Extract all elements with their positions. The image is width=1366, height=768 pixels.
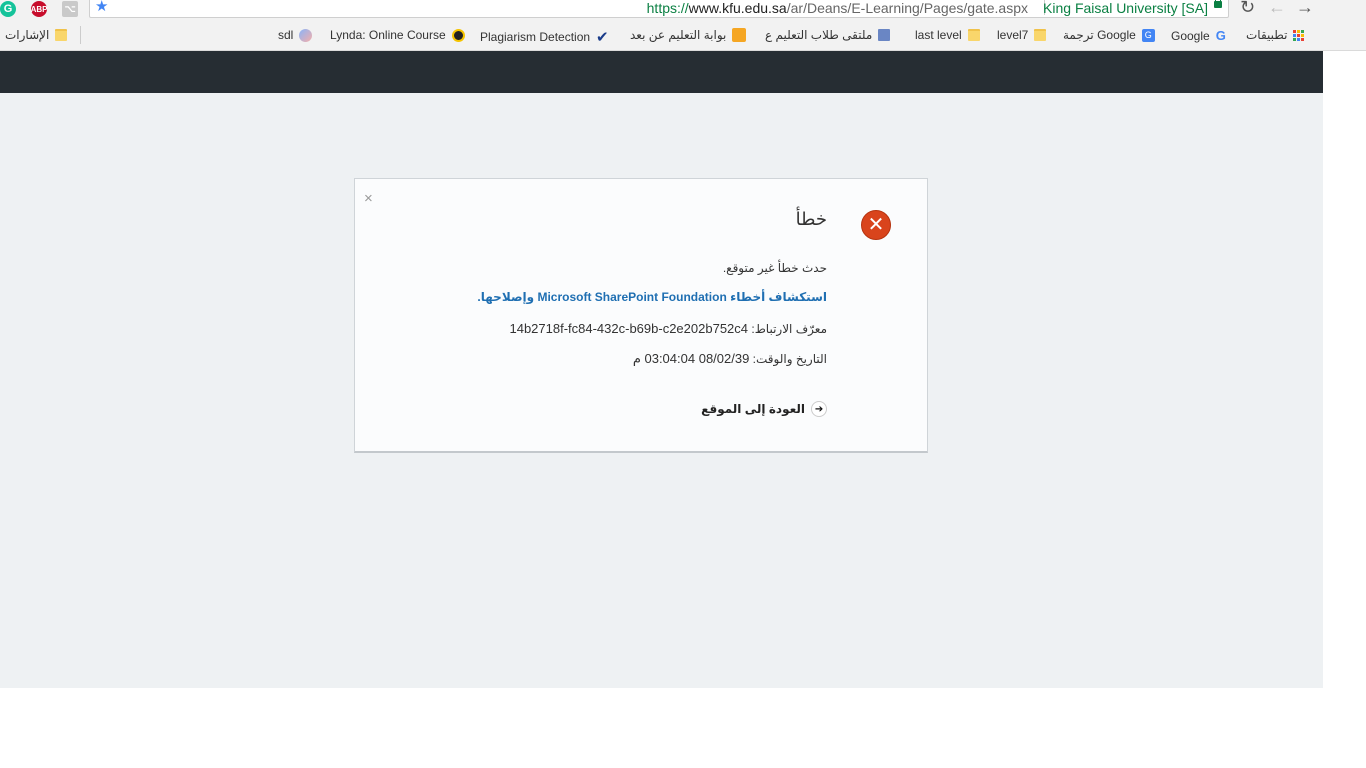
bookmark-google[interactable]: Google G: [1171, 28, 1226, 43]
folder-icon: [1034, 29, 1047, 41]
browser-toolbar: G ABP ⌥ ★ https://www.kfu.edu.sa/ar/Dean…: [0, 0, 1366, 20]
bookmark-google-translate[interactable]: ترجمة Google G: [1063, 28, 1155, 42]
troubleshoot-link[interactable]: استكشاف أخطاء Microsoft SharePoint Found…: [477, 290, 827, 304]
url-path: /ar/Deans/E-Learning/Pages/gate.aspx: [786, 0, 1028, 16]
bookmark-label: بوابة التعليم عن بعد: [630, 28, 727, 42]
bookmark-label: تطبيقات: [1246, 28, 1288, 42]
back-arrow-icon[interactable]: ←: [1268, 0, 1286, 16]
grammarly-extension-icon[interactable]: G: [0, 1, 16, 17]
bookmark-last-level[interactable]: last level: [915, 28, 980, 42]
error-icon: ✕: [861, 210, 891, 240]
adblock-extension-icon[interactable]: ABP: [31, 1, 47, 17]
site-identity[interactable]: King Faisal University [SA]: [1043, 0, 1208, 16]
bookmark-plagiarism[interactable]: Plagiarism Detection ✔: [480, 28, 609, 46]
google-translate-icon: G: [1141, 28, 1155, 42]
lock-icon[interactable]: [1214, 0, 1222, 8]
page-icon: [878, 29, 891, 41]
error-message: حدث خطأ غير متوقع.: [722, 261, 827, 275]
correlation-id-label: معرّف الارتباط:: [751, 322, 827, 336]
datetime-row: التاريخ والوقت: 08/02/39 03:04:04 م: [633, 351, 827, 367]
bookmark-label: Plagiarism Detection: [480, 30, 591, 44]
bookmark-star-icon[interactable]: ★: [95, 0, 108, 14]
orange-square-icon: [732, 28, 747, 42]
bookmark-other[interactable]: الإشارات: [5, 28, 68, 42]
bookmark-label: sdl: [278, 28, 294, 42]
correlation-id-row: معرّف الارتباط: 14b2718f-fc84-432c-b69b-…: [509, 321, 827, 336]
bookmarks-bar: الإشارات sdl Lynda: Online Course Plagia…: [0, 20, 1366, 51]
bookmark-label: ملتقى طلاب التعليم ع: [765, 28, 873, 42]
bookmark-students-forum[interactable]: ملتقى طلاب التعليم ع: [765, 28, 891, 42]
apps-grid-icon: [1293, 29, 1305, 41]
close-icon[interactable]: ×: [364, 191, 373, 206]
check-icon: ✔: [596, 29, 609, 46]
folder-icon: [55, 29, 68, 41]
error-dialog: × ✕ خطأ حدث خطأ غير متوقع. استكشاف أخطاء…: [354, 178, 928, 453]
bookmark-elearning-portal[interactable]: بوابة التعليم عن بعد: [630, 28, 747, 42]
forward-arrow-icon[interactable]: →: [1296, 0, 1314, 16]
bookmark-label: ترجمة Google: [1063, 28, 1136, 42]
back-to-site-label: العودة إلى الموقع: [701, 402, 805, 416]
reload-icon[interactable]: ↻: [1240, 0, 1255, 16]
bookmark-sdl[interactable]: sdl: [278, 28, 313, 42]
url-scheme: https://: [646, 0, 689, 16]
folder-icon: [967, 29, 980, 41]
globe-icon: [299, 28, 313, 42]
address-bar[interactable]: ★ https://www.kfu.edu.sa/ar/Deans/E-Lear…: [89, 0, 1229, 18]
other-bookmarks-label: الإشارات: [5, 28, 50, 42]
bookmark-label: Lynda: Online Course: [330, 28, 446, 42]
datetime-value: 08/02/39 03:04:04 م: [632, 351, 750, 366]
datetime-label: التاريخ والوقت:: [752, 352, 827, 366]
pdf-extension-icon[interactable]: ⌥: [62, 1, 78, 17]
bookmarks-divider: [80, 26, 81, 44]
bookmark-label: Google: [1171, 28, 1210, 43]
bookmark-label: level7: [997, 28, 1029, 42]
url-text[interactable]: https://www.kfu.edu.sa/ar/Deans/E-Learni…: [647, 0, 1028, 16]
bookmark-level7[interactable]: level7: [997, 28, 1047, 42]
bookmark-lynda[interactable]: Lynda: Online Course: [330, 28, 465, 42]
url-host: www.kfu.edu.sa: [688, 0, 787, 16]
lynda-icon: [451, 28, 465, 42]
error-title: خطأ: [795, 209, 827, 229]
arrow-right-icon: ➔: [811, 401, 827, 417]
site-top-bar: [0, 51, 1323, 93]
bookmark-apps[interactable]: تطبيقات: [1246, 28, 1305, 42]
bookmark-label: last level: [915, 28, 962, 42]
correlation-id-value: 14b2718f-fc84-432c-b69b-c2e202b752c4: [509, 321, 749, 336]
google-icon: G: [1215, 28, 1226, 43]
back-to-site-link[interactable]: ➔ العودة إلى الموقع: [701, 401, 827, 417]
